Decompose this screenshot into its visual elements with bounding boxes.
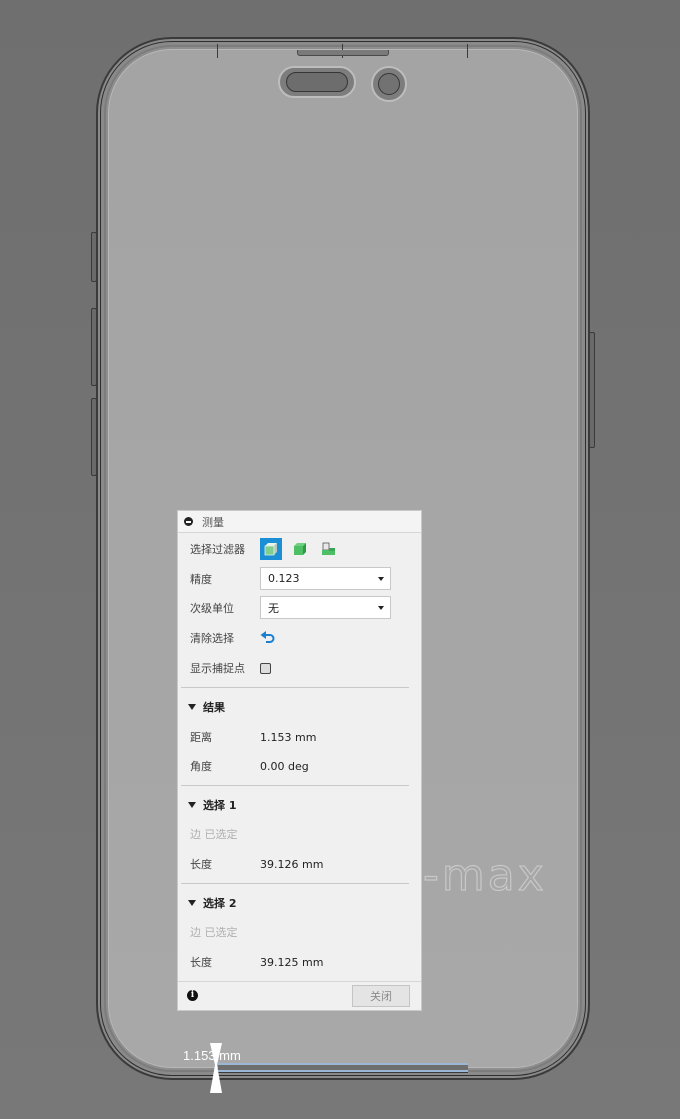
section-divider [181,785,409,786]
triangle-down-icon [188,802,196,808]
model-engraving-text: -max [422,849,547,901]
precision-label: 精度 [190,572,212,586]
secondary-unit-row: 次级单位 无 [190,596,391,619]
results-title: 结果 [203,701,225,714]
angle-row: 角度 0.00 deg [190,758,309,774]
selection2-length-row: 长度 39.125 mm [190,954,323,970]
precision-value: 0.123 [268,572,300,585]
secondary-unit-dropdown[interactable]: 无 [260,596,391,619]
selection1-section-toggle[interactable]: 选择 1 [188,797,236,813]
face-filter-button[interactable] [289,538,311,560]
front-camera [371,66,407,102]
power-button [589,332,595,448]
chevron-down-icon [378,577,384,581]
secondary-unit-value: 无 [268,601,279,615]
section-divider [181,687,409,688]
chevron-down-icon [378,606,384,610]
panel-header[interactable]: 测量 [178,511,421,533]
face-cube-icon [294,543,306,555]
angle-label: 角度 [190,760,212,773]
dynamic-island [278,66,356,98]
panel-title: 测量 [202,515,224,529]
selection1-status: 边 已选定 [190,828,238,841]
clear-selection-label: 清除选择 [190,632,234,645]
show-snap-points-label: 显示捕捉点 [190,662,245,675]
selection-filter-row: 选择过滤器 [190,538,347,560]
selection2-length-label: 长度 [190,956,212,969]
show-snap-points-row: 显示捕捉点 [190,660,271,676]
selection2-status-row: 边 已选定 [190,924,238,940]
selection-filter-label: 选择过滤器 [190,543,245,556]
triangle-down-icon [188,900,196,906]
section-divider [181,883,409,884]
speaker-slot [297,50,389,56]
edge-filter-button[interactable] [318,538,340,560]
close-button[interactable]: 关闭 [352,985,410,1007]
show-snap-points-checkbox[interactable] [260,662,271,674]
selection1-length-value: 39.126 mm [260,857,324,871]
volume-up-button [91,308,97,386]
frame-seam [217,44,218,58]
selection1-length-label: 长度 [190,858,212,871]
distance-row: 距离 1.153 mm [190,729,316,745]
frame-seam [467,44,468,58]
clear-selection-row: 清除选择 [190,630,276,646]
selection2-section-toggle[interactable]: 选择 2 [188,895,236,911]
volume-down-button [91,398,97,476]
info-icon[interactable]: i [187,990,198,1001]
results-section-toggle[interactable]: 结果 [188,699,225,715]
selection2-length-value: 39.125 mm [260,955,324,969]
selection1-length-row: 长度 39.126 mm [190,856,323,872]
panel-footer: i 关闭 [178,981,421,1010]
undo-arrow-icon [260,631,275,643]
angle-value: 0.00 deg [260,759,309,773]
selection2-status: 边 已选定 [190,926,238,939]
body-filter-button[interactable] [260,538,282,560]
triangle-down-icon [188,704,196,710]
dimension-label: 1.153 mm [183,1048,241,1063]
measure-panel: 测量 选择过滤器 精度 0.123 次级单位 无 清除选择 显示捕捉点 结果 距… [177,510,422,1011]
selection2-title: 选择 2 [203,897,237,910]
selected-edge-highlight[interactable] [218,1063,468,1075]
precision-dropdown[interactable]: 0.123 [260,567,391,590]
selection1-title: 选择 1 [203,799,237,812]
distance-label: 距离 [190,731,212,744]
clear-selection-button[interactable] [260,631,276,645]
edge-filter-icon [322,542,335,555]
selection1-status-row: 边 已选定 [190,826,238,842]
body-cube-icon [264,543,277,556]
action-button [91,232,97,282]
secondary-unit-label: 次级单位 [190,601,234,615]
distance-value: 1.153 mm [260,730,317,744]
precision-row: 精度 0.123 [190,567,391,590]
collapse-panel-icon[interactable] [184,517,193,526]
